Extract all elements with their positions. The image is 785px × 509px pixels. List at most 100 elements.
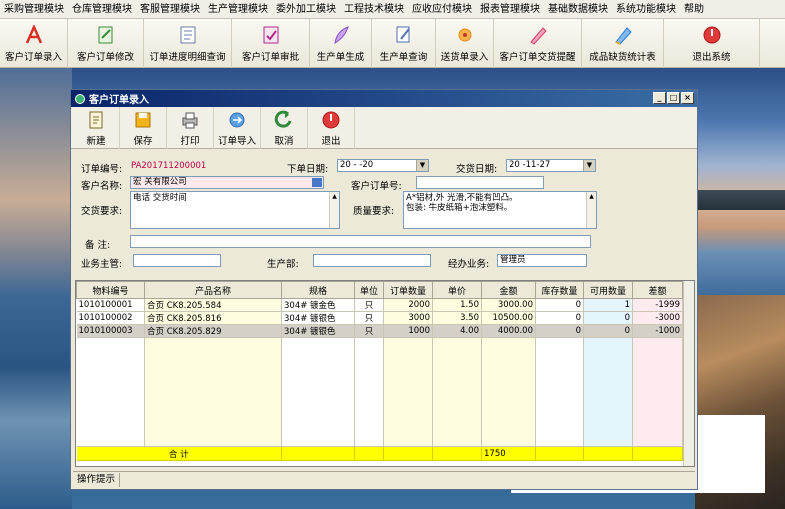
menu-outsourcing[interactable]: 委外加工模块: [272, 0, 340, 18]
toolbar-order-entry-button[interactable]: 客户订单录入: [0, 19, 68, 68]
order-items-grid[interactable]: 物料编号 产品名称 规格 单位 订单数量 单价 金额 库存数量 可用数量 差额 …: [75, 280, 695, 467]
toolbar-label: 生产单生成: [316, 52, 365, 63]
delivery-date-picker[interactable]: 20 -11-27 ▼: [506, 159, 596, 172]
cell-difference[interactable]: -3000: [632, 311, 683, 325]
lookup-icon[interactable]: [312, 178, 322, 187]
menu-purchase[interactable]: 采购管理模块: [0, 0, 68, 18]
grid-header-row: 物料编号 产品名称 规格 单位 订单数量 单价 金额 库存数量 可用数量 差额: [76, 281, 694, 299]
window-toolbar: 新建 保存 打印 订单导入 取消 退出: [71, 107, 697, 149]
cell-spec[interactable]: 304# 镀金色: [281, 298, 355, 312]
toolbar-order-approve-button[interactable]: 客户订单审批: [232, 19, 310, 68]
col-header-available-qty[interactable]: 可用数量: [583, 281, 633, 299]
col-header-price[interactable]: 单价: [432, 281, 482, 299]
toolbar-exit-system-button[interactable]: 退出系统: [664, 19, 760, 68]
cell-price[interactable]: 1.50: [432, 298, 482, 312]
col-header-order-qty[interactable]: 订单数量: [383, 281, 433, 299]
toolbar-order-progress-button[interactable]: 订单进度明细查询: [144, 19, 232, 68]
supervisor-field[interactable]: [133, 254, 221, 267]
production-field[interactable]: [313, 254, 431, 267]
wallpaper-island: [698, 190, 785, 210]
maximize-button[interactable]: □: [667, 92, 680, 104]
textarea-scrollbar[interactable]: ▲: [586, 192, 596, 228]
print-button[interactable]: 打印: [167, 107, 214, 149]
menu-engineering[interactable]: 工程技术模块: [340, 0, 408, 18]
cell-amount[interactable]: 10500.00: [481, 311, 536, 325]
toolbar-stock-shortage-button[interactable]: 成品缺货统计表: [582, 19, 664, 68]
menu-basic-data[interactable]: 基础数据模块: [544, 0, 612, 18]
cell-available-qty[interactable]: 0: [583, 324, 633, 338]
cell-stock-qty[interactable]: 0: [535, 324, 584, 338]
menu-receivable-payable[interactable]: 应收应付模块: [408, 0, 476, 18]
table-row-selected[interactable]: 1010100003 合页 CK8.205.829 304# 镀银色 只 100…: [76, 324, 694, 338]
customer-order-field[interactable]: [416, 176, 544, 189]
cell-amount[interactable]: 3000.00: [481, 298, 536, 312]
import-order-button[interactable]: 订单导入: [214, 107, 261, 149]
quality-req-textarea[interactable]: A*铝材,外 光滑,不能有凹凸。 包装: 牛皮纸箱+泡沫塑料。 ▲: [403, 191, 597, 229]
exit-button[interactable]: 退出: [308, 107, 355, 149]
cell-material-no[interactable]: 1010100001: [76, 298, 145, 312]
cell-price[interactable]: 3.50: [432, 311, 482, 325]
grid-scrollbar[interactable]: [683, 281, 694, 466]
cell-amount[interactable]: 4000.00: [481, 324, 536, 338]
delivery-req-textarea[interactable]: 电话 交货时间 ▲: [130, 191, 340, 229]
toolbar-production-query-button[interactable]: 生产单查询: [372, 19, 436, 68]
cell-stock-qty[interactable]: 0: [535, 298, 584, 312]
toolbar-order-edit-button[interactable]: 客户订单修改: [68, 19, 144, 68]
cell-spec[interactable]: 304# 镀银色: [281, 324, 355, 338]
menu-production[interactable]: 生产管理模块: [204, 0, 272, 18]
close-button[interactable]: ×: [681, 92, 694, 104]
col-header-stock-qty[interactable]: 库存数量: [535, 281, 584, 299]
col-header-product-name[interactable]: 产品名称: [144, 281, 282, 299]
status-tab[interactable]: 操作提示: [73, 472, 121, 487]
cell-available-qty[interactable]: 0: [583, 311, 633, 325]
minimize-button[interactable]: _: [653, 92, 666, 104]
cell-unit[interactable]: 只: [354, 298, 384, 312]
chevron-down-icon[interactable]: ▼: [416, 160, 428, 171]
col-header-material-no[interactable]: 物料编号: [76, 281, 145, 299]
col-header-amount[interactable]: 金额: [481, 281, 536, 299]
delivery-date-label: 交货日期:: [456, 164, 498, 175]
window-titlebar[interactable]: 客户订单录入 _ □ ×: [71, 90, 697, 107]
quality-req-label: 质量要求:: [353, 206, 395, 217]
cell-product-name[interactable]: 合页 CK8.205.829: [144, 324, 282, 338]
menu-customer-service[interactable]: 客服管理模块: [136, 0, 204, 18]
cell-order-qty[interactable]: 3000: [383, 311, 433, 325]
cell-available-qty[interactable]: 1: [583, 298, 633, 312]
menu-help[interactable]: 帮助: [680, 0, 708, 18]
cell-unit[interactable]: 只: [354, 311, 384, 325]
col-header-difference[interactable]: 差额: [632, 281, 683, 299]
cancel-button[interactable]: 取消: [261, 107, 308, 149]
cell-material-no[interactable]: 1010100003: [76, 324, 145, 338]
col-header-unit[interactable]: 单位: [354, 281, 384, 299]
cell-price[interactable]: 4.00: [432, 324, 482, 338]
textarea-scrollbar[interactable]: ▲: [329, 192, 339, 228]
save-button[interactable]: 保存: [120, 107, 167, 149]
cell-product-name[interactable]: 合页 CK8.205.816: [144, 311, 282, 325]
toolbar-delivery-entry-button[interactable]: 送货单录入: [436, 19, 494, 68]
toolbar-delivery-reminder-button[interactable]: 客户订单交货提醒: [494, 19, 582, 68]
cell-spec[interactable]: 304# 镀银色: [281, 311, 355, 325]
cell-order-qty[interactable]: 2000: [383, 298, 433, 312]
cell-order-qty[interactable]: 1000: [383, 324, 433, 338]
cell-difference[interactable]: -1999: [632, 298, 683, 312]
cell-material-no[interactable]: 1010100002: [76, 311, 145, 325]
order-date-picker[interactable]: 20 - -20 ▼: [337, 159, 429, 172]
menu-system[interactable]: 系统功能模块: [612, 0, 680, 18]
import-icon: [226, 109, 248, 131]
customer-field[interactable]: 宏 关有限公司: [130, 176, 324, 189]
toolbar-production-create-button[interactable]: 生产单生成: [310, 19, 372, 68]
menu-reports[interactable]: 报表管理模块: [476, 0, 544, 18]
chevron-down-icon[interactable]: ▼: [583, 160, 595, 171]
table-row[interactable]: 1010100001 合页 CK8.205.584 304# 镀金色 只 200…: [76, 298, 694, 312]
cell-difference[interactable]: -1000: [632, 324, 683, 338]
new-button[interactable]: 新建: [73, 107, 120, 149]
menu-warehouse[interactable]: 仓库管理模块: [68, 0, 136, 18]
cell-product-name[interactable]: 合页 CK8.205.584: [144, 298, 282, 312]
col-header-spec[interactable]: 规格: [281, 281, 355, 299]
agent-field[interactable]: 管理员: [497, 254, 587, 267]
cell-stock-qty[interactable]: 0: [535, 311, 584, 325]
table-row[interactable]: 1010100002 合页 CK8.205.816 304# 镀银色 只 300…: [76, 311, 694, 325]
pen-icon: [527, 24, 549, 46]
cell-unit[interactable]: 只: [354, 324, 384, 338]
remark-field[interactable]: [130, 235, 591, 248]
